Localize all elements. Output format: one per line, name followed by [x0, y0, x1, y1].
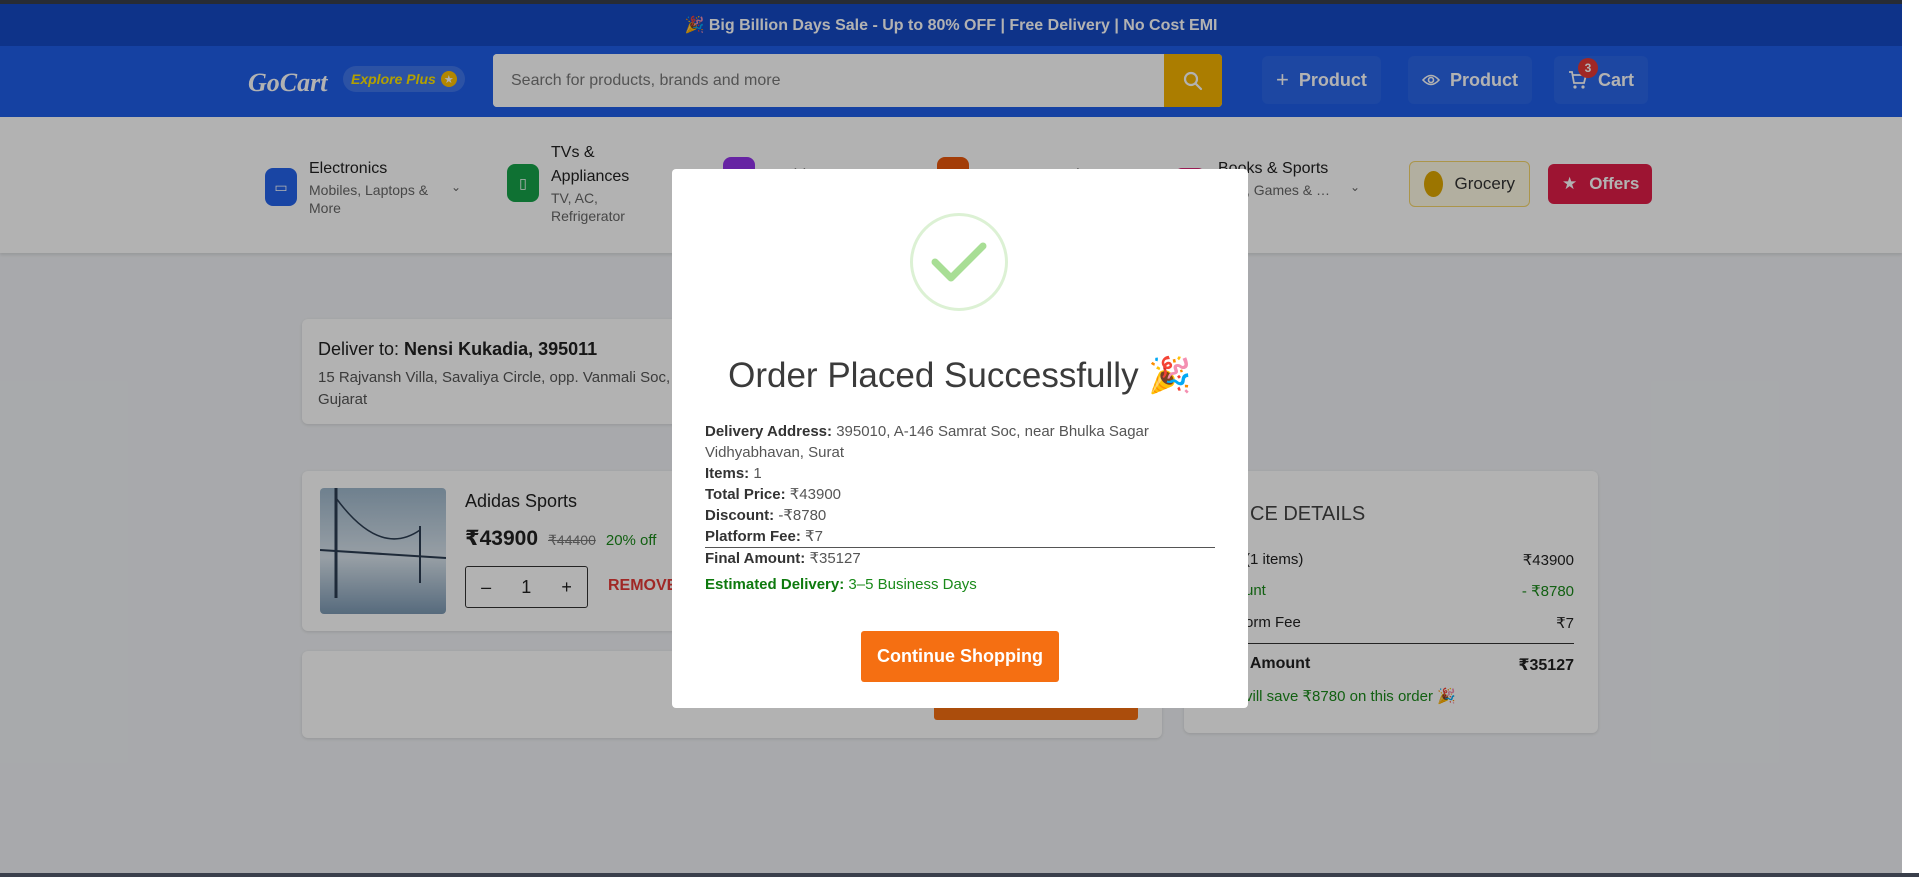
platform-fee-value: ₹7: [805, 528, 823, 545]
window-bottom-strip: [0, 873, 1919, 877]
items-value: 1: [753, 465, 762, 482]
items-label: Items:: [705, 465, 750, 482]
discount-label: Discount:: [705, 507, 775, 524]
check-icon: [931, 242, 987, 282]
details-divider: [705, 547, 1215, 548]
window-gutter: [1902, 0, 1919, 877]
total-price-value: ₹43900: [789, 486, 842, 503]
final-amount-value: ₹35127: [809, 550, 861, 567]
address-label: Delivery Address:: [705, 423, 833, 440]
modal-title: Order Placed Successfully 🎉: [728, 356, 1192, 395]
final-amount-label: Final Amount:: [705, 550, 806, 567]
order-success-modal: Order Placed Successfully 🎉 Delivery Add…: [672, 169, 1248, 708]
total-price-label: Total Price:: [705, 486, 786, 503]
estimated-delivery-label: Estimated Delivery:: [705, 576, 845, 593]
discount-value: -₹8780: [778, 507, 827, 524]
continue-shopping-button[interactable]: Continue Shopping: [861, 631, 1059, 682]
estimated-delivery: Estimated Delivery: 3–5 Business Days: [705, 576, 977, 593]
platform-fee-label: Platform Fee:: [705, 528, 801, 545]
estimated-delivery-value: 3–5 Business Days: [848, 576, 977, 593]
success-check-icon: [910, 213, 1008, 311]
